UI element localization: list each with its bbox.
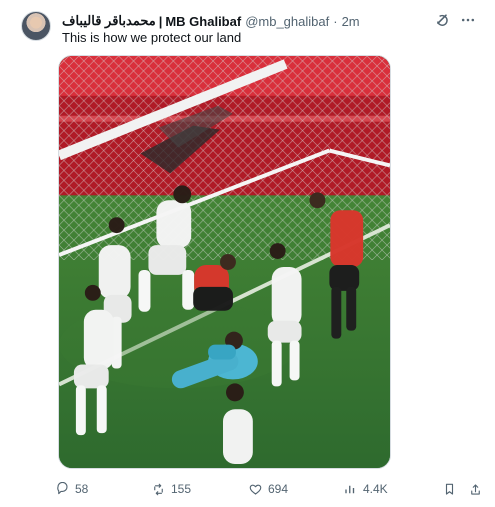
share-icon xyxy=(471,483,480,495)
reply-icon xyxy=(57,481,68,494)
tweet-header: محمدباقر قالیباف | MB Ghalibaf @mb_ghali… xyxy=(62,12,432,30)
timestamp[interactable]: 2m xyxy=(342,14,360,29)
handle[interactable]: @mb_ghalibaf xyxy=(245,14,329,29)
more-icon[interactable] xyxy=(459,11,477,29)
tweet-text: This is how we protect our land xyxy=(62,30,242,45)
like-action[interactable]: 694 xyxy=(248,480,288,498)
views-count: 4.4K xyxy=(363,482,388,496)
like-icon xyxy=(249,484,262,495)
grok-icon[interactable] xyxy=(433,11,451,29)
name-separator: | xyxy=(158,13,163,29)
bookmark-icon xyxy=(445,483,454,495)
repost-action[interactable]: 155 xyxy=(151,480,191,498)
meta-dot: · xyxy=(333,13,338,29)
views-action[interactable]: 4.4K xyxy=(343,480,388,498)
reply-action[interactable]: 58 xyxy=(55,480,88,498)
repost-count: 155 xyxy=(171,482,192,496)
tweet-card: محمدباقر قالیباف | MB Ghalibaf @mb_ghali… xyxy=(0,0,495,507)
top-icons xyxy=(433,9,477,31)
tweet-actions: 58 155 694 4.4K xyxy=(55,480,485,498)
reply-count: 58 xyxy=(75,482,89,496)
avatar[interactable] xyxy=(21,11,51,41)
like-count: 694 xyxy=(268,482,289,496)
tweet-image[interactable] xyxy=(58,55,391,469)
repost-icon xyxy=(154,483,163,495)
views-icon xyxy=(345,485,355,493)
display-name-arabic[interactable]: محمدباقر قالیباف xyxy=(62,13,156,29)
share-action[interactable] xyxy=(468,480,483,498)
display-name[interactable]: MB Ghalibaf xyxy=(165,14,241,29)
bookmark-action[interactable] xyxy=(442,480,457,498)
